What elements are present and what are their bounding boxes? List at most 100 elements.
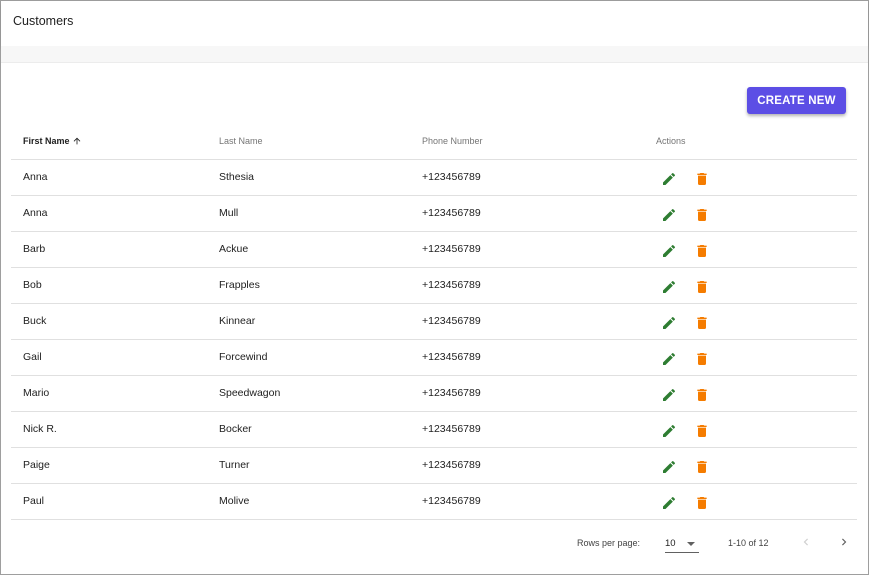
delete-button[interactable] bbox=[693, 314, 711, 332]
cell-phone-number: +123456789 bbox=[422, 315, 481, 327]
cell-last-name: Molive bbox=[219, 495, 250, 507]
edit-button[interactable] bbox=[660, 206, 678, 224]
cell-last-name: Speedwagon bbox=[219, 387, 281, 399]
trash-icon bbox=[697, 353, 707, 365]
table-row: Anna Mull +123456789 bbox=[11, 196, 857, 232]
trash-icon bbox=[697, 209, 707, 221]
trash-icon bbox=[697, 389, 707, 401]
table-row: Barb Ackue +123456789 bbox=[11, 232, 857, 268]
delete-button[interactable] bbox=[693, 458, 711, 476]
trash-icon bbox=[697, 497, 707, 509]
pencil-icon bbox=[663, 172, 676, 185]
cell-phone-number: +123456789 bbox=[422, 279, 481, 291]
delete-button[interactable] bbox=[693, 242, 711, 260]
edit-button[interactable] bbox=[660, 422, 678, 440]
edit-button[interactable] bbox=[660, 314, 678, 332]
pencil-icon bbox=[663, 244, 676, 257]
page-title: Customers bbox=[13, 14, 74, 28]
rows-per-page-select[interactable]: 10 bbox=[665, 533, 699, 553]
cell-first-name: Mario bbox=[23, 387, 50, 399]
table-body: Anna Sthesia +123456789 Anna Mull +123456789 B… bbox=[11, 160, 857, 520]
cell-last-name: Mull bbox=[219, 207, 239, 219]
cell-first-name: Anna bbox=[23, 207, 48, 219]
column-header-actions: Actions bbox=[656, 136, 686, 146]
cell-first-name: Buck bbox=[23, 315, 47, 327]
delete-button[interactable] bbox=[693, 422, 711, 440]
table-row: Paul Molive +123456789 bbox=[11, 484, 857, 520]
pencil-icon bbox=[663, 208, 676, 221]
rows-per-page-label: Rows per page: bbox=[577, 538, 641, 548]
create-new-button[interactable]: CREATE NEW bbox=[747, 87, 846, 114]
edit-button[interactable] bbox=[660, 278, 678, 296]
pagination-range: 1-10 of 12 bbox=[728, 538, 769, 548]
pencil-icon bbox=[663, 388, 676, 401]
cell-first-name: Bob bbox=[23, 279, 42, 291]
cell-phone-number: +123456789 bbox=[422, 423, 481, 435]
cell-phone-number: +123456789 bbox=[422, 207, 481, 219]
previous-page-button[interactable] bbox=[798, 534, 814, 550]
table-row: Nick R. Bocker +123456789 bbox=[11, 412, 857, 448]
column-header-first-name[interactable]: First Name bbox=[23, 136, 82, 146]
table-row: Mario Speedwagon +123456789 bbox=[11, 376, 857, 412]
cell-phone-number: +123456789 bbox=[422, 243, 481, 255]
edit-button[interactable] bbox=[660, 386, 678, 404]
cell-first-name: Nick R. bbox=[23, 423, 57, 435]
table-header: First Name Last Name Phone Number Action… bbox=[11, 123, 857, 160]
delete-button[interactable] bbox=[693, 494, 711, 512]
pencil-icon bbox=[663, 496, 676, 509]
cell-phone-number: +123456789 bbox=[422, 387, 481, 399]
trash-icon bbox=[697, 317, 707, 329]
cell-phone-number: +123456789 bbox=[422, 495, 481, 507]
table-row: Paige Turner +123456789 bbox=[11, 448, 857, 484]
column-header-phone-number[interactable]: Phone Number bbox=[422, 136, 483, 146]
edit-button[interactable] bbox=[660, 458, 678, 476]
delete-button[interactable] bbox=[693, 278, 711, 296]
dropdown-caret-icon bbox=[687, 542, 695, 546]
toolbar-band bbox=[1, 46, 868, 63]
cell-phone-number: +123456789 bbox=[422, 171, 481, 183]
chevron-right-icon bbox=[842, 538, 847, 546]
trash-icon bbox=[697, 461, 707, 473]
cell-last-name: Ackue bbox=[219, 243, 249, 255]
customers-table: First Name Last Name Phone Number Action… bbox=[11, 123, 857, 520]
next-page-button[interactable] bbox=[836, 534, 852, 550]
cell-last-name: Frapples bbox=[219, 279, 260, 291]
trash-icon bbox=[697, 281, 707, 293]
pencil-icon bbox=[663, 280, 676, 293]
delete-button[interactable] bbox=[693, 350, 711, 368]
edit-button[interactable] bbox=[660, 242, 678, 260]
pencil-icon bbox=[663, 316, 676, 329]
app-window: Customers CREATE NEW First Name Last Nam… bbox=[0, 0, 869, 575]
pencil-icon bbox=[663, 424, 676, 437]
cell-last-name: Turner bbox=[219, 459, 250, 471]
edit-button[interactable] bbox=[660, 350, 678, 368]
cell-first-name: Barb bbox=[23, 243, 46, 255]
delete-button[interactable] bbox=[693, 386, 711, 404]
cell-last-name: Sthesia bbox=[219, 171, 255, 183]
table-row: Buck Kinnear +123456789 bbox=[11, 304, 857, 340]
table-pagination: Rows per page: 10 1-10 of 12 bbox=[1, 523, 868, 563]
cell-last-name: Forcewind bbox=[219, 351, 268, 363]
edit-button[interactable] bbox=[660, 170, 678, 188]
delete-button[interactable] bbox=[693, 206, 711, 224]
rows-per-page-value: 10 bbox=[665, 538, 676, 549]
column-label: First Name bbox=[23, 136, 70, 146]
cell-first-name: Paige bbox=[23, 459, 50, 471]
delete-button[interactable] bbox=[693, 170, 711, 188]
cell-phone-number: +123456789 bbox=[422, 351, 481, 363]
trash-icon bbox=[697, 425, 707, 437]
pencil-icon bbox=[663, 460, 676, 473]
cell-last-name: Bocker bbox=[219, 423, 252, 435]
column-header-last-name[interactable]: Last Name bbox=[219, 136, 263, 146]
app-bar: Customers bbox=[1, 1, 868, 46]
cell-last-name: Kinnear bbox=[219, 315, 256, 327]
cell-first-name: Paul bbox=[23, 495, 45, 507]
pencil-icon bbox=[663, 352, 676, 365]
cell-first-name: Gail bbox=[23, 351, 42, 363]
cell-phone-number: +123456789 bbox=[422, 459, 481, 471]
sort-arrow-up-icon bbox=[73, 137, 80, 145]
cell-first-name: Anna bbox=[23, 171, 48, 183]
table-row: Bob Frapples +123456789 bbox=[11, 268, 857, 304]
table-row: Gail Forcewind +123456789 bbox=[11, 340, 857, 376]
edit-button[interactable] bbox=[660, 494, 678, 512]
